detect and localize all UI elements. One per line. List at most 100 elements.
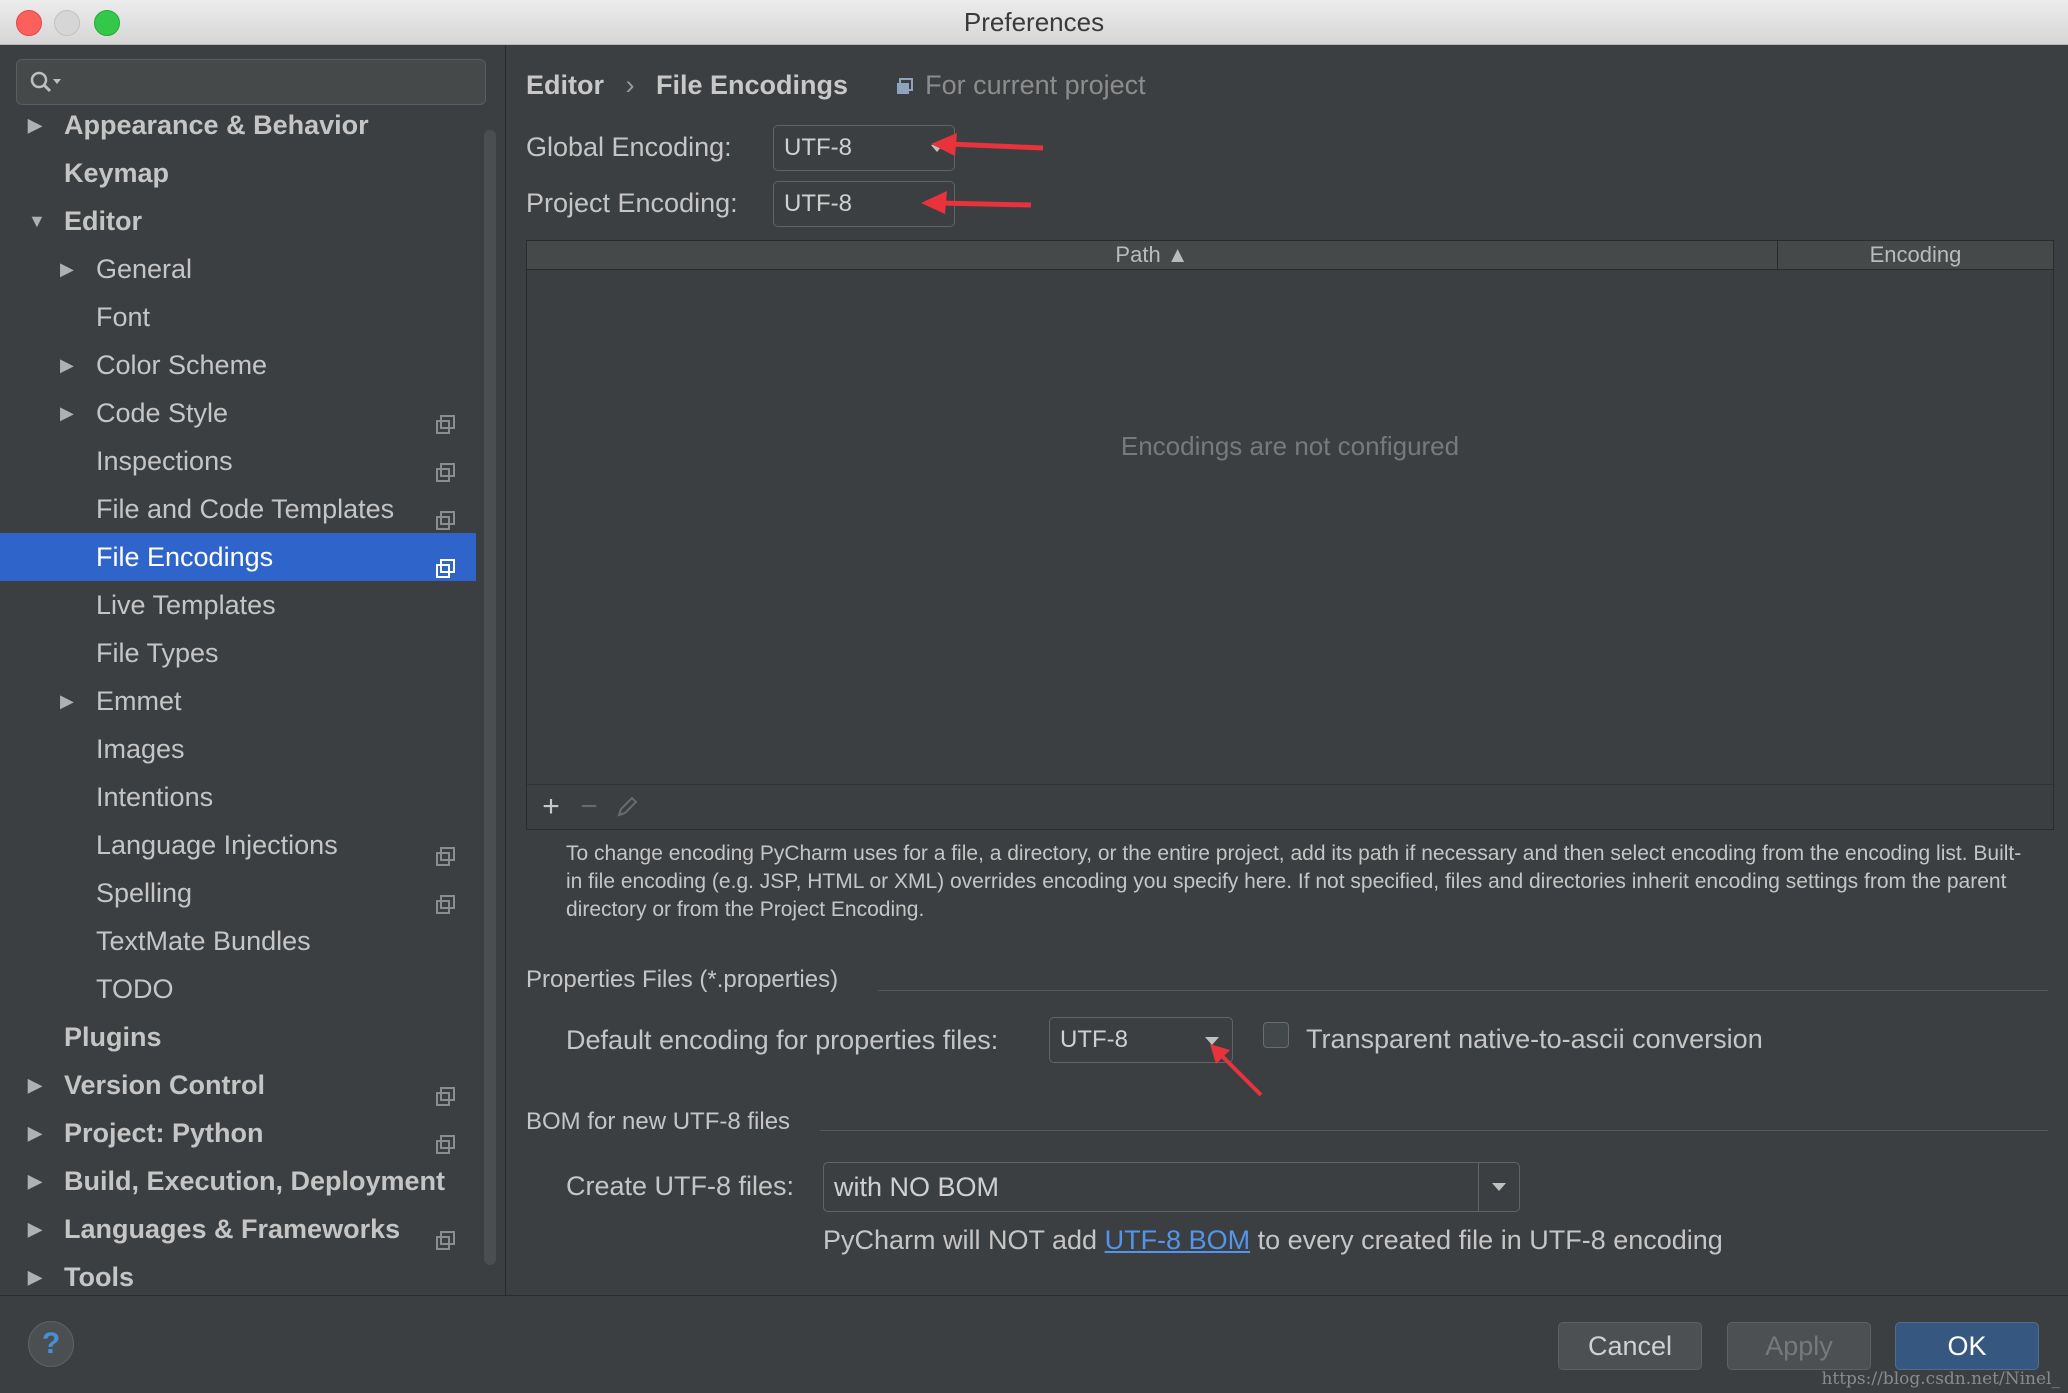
collapse-arrow-icon[interactable]: ▶ <box>28 1205 42 1253</box>
settings-search-input[interactable] <box>16 59 486 105</box>
sidebar-item-todo[interactable]: TODO <box>0 965 476 1013</box>
breadcrumb-parent: Editor <box>526 70 604 100</box>
sidebar-item-label: Language Injections <box>96 830 338 860</box>
table-toolbar: + − <box>527 784 2053 829</box>
sidebar-item-languages-frameworks[interactable]: ▶ Languages & Frameworks <box>0 1205 476 1253</box>
sidebar-item-label: Appearance & Behavior <box>64 110 369 140</box>
collapse-arrow-icon[interactable]: ▶ <box>28 1109 42 1157</box>
apply-button[interactable]: Apply <box>1727 1322 1871 1370</box>
encoding-column-header[interactable]: Encoding <box>1778 241 2053 269</box>
sidebar-item-plugins[interactable]: Plugins <box>0 1013 476 1061</box>
collapse-arrow-icon[interactable]: ▶ <box>28 1157 42 1205</box>
sidebar-item-label: Editor <box>64 206 142 236</box>
sidebar-item-inspections[interactable]: Inspections <box>0 437 476 485</box>
collapse-arrow-icon[interactable]: ▶ <box>60 677 74 725</box>
edit-icon[interactable] <box>609 789 645 825</box>
sidebar-item-intentions[interactable]: Intentions <box>0 773 476 821</box>
encoding-help-text: To change encoding PyCharm uses for a fi… <box>566 842 2022 921</box>
collapse-arrow-icon[interactable]: ▶ <box>28 1061 42 1109</box>
sidebar-item-project-python[interactable]: ▶ Project: Python <box>0 1109 476 1157</box>
annotation-arrow <box>931 133 1044 156</box>
sidebar-item-editor[interactable]: ▼ Editor <box>0 197 476 245</box>
sidebar-item-font[interactable]: Font <box>0 293 476 341</box>
create-utf8-label: Create UTF-8 files: <box>566 1171 795 1201</box>
table-header: Path ▲ Encoding <box>527 241 2053 270</box>
native-to-ascii-label[interactable]: Transparent native-to-ascii conversion <box>1306 1019 1763 1059</box>
sidebar-item-keymap[interactable]: Keymap <box>0 149 476 197</box>
utf8-bom-link[interactable]: UTF-8 BOM <box>1105 1225 1251 1255</box>
sidebar-item-label: General <box>96 254 193 284</box>
bom-option-dropdown-button[interactable] <box>1478 1163 1519 1211</box>
annotation-arrow <box>1210 1044 1263 1097</box>
bom-section-title: BOM for new UTF-8 files <box>526 1108 791 1135</box>
global-encoding-label: Global Encoding: <box>526 132 732 162</box>
project-encoding-value: UTF-8 <box>784 190 852 217</box>
sidebar-scrollbar[interactable] <box>484 130 496 1265</box>
collapse-arrow-icon[interactable]: ▶ <box>60 389 74 437</box>
breadcrumb-current: File Encodings <box>656 70 849 100</box>
collapse-arrow-icon[interactable]: ▶ <box>60 245 74 293</box>
sidebar-item-build-execution-deployment[interactable]: ▶ Build, Execution, Deployment <box>0 1157 476 1205</box>
sidebar-item-appearance-behavior[interactable]: ▶ Appearance & Behavior <box>0 101 476 149</box>
sidebar-item-label: Languages & Frameworks <box>64 1214 401 1244</box>
sidebar-item-label: Images <box>96 734 185 764</box>
collapse-arrow-icon[interactable]: ▶ <box>60 341 74 389</box>
sidebar-item-label: Version Control <box>64 1070 266 1100</box>
sidebar-item-label: Tools <box>64 1262 134 1292</box>
add-icon[interactable]: + <box>533 789 569 825</box>
section-separator <box>820 1130 2048 1131</box>
help-button[interactable]: ? <box>28 1321 74 1367</box>
annotation-arrow <box>921 191 1032 214</box>
sidebar-item-code-style[interactable]: ▶ Code Style <box>0 389 476 437</box>
sidebar-item-label: File Encodings <box>96 542 274 572</box>
sidebar-item-file-types[interactable]: File Types <box>0 629 476 677</box>
properties-encoding-value: UTF-8 <box>1060 1026 1128 1053</box>
expand-arrow-icon[interactable]: ▼ <box>28 197 46 245</box>
sidebar-item-version-control[interactable]: ▶ Version Control <box>0 1061 476 1109</box>
dialog-footer: ? Cancel Apply OK https://blog.csdn.net/… <box>0 1295 2068 1393</box>
encoding-mappings-table[interactable]: Path ▲ Encoding Encodings are not config… <box>526 240 2054 830</box>
project-scope-icon <box>896 67 914 107</box>
sidebar-item-color-scheme[interactable]: ▶ Color Scheme <box>0 341 476 389</box>
sidebar-item-live-templates[interactable]: Live Templates <box>0 581 476 629</box>
sidebar-item-label: Project: Python <box>64 1118 264 1148</box>
sidebar-item-label: Spelling <box>96 878 193 908</box>
breadcrumb: Editor › File Encodings For current proj… <box>526 65 1146 107</box>
search-icon <box>30 71 61 93</box>
sidebar-item-file-and-code-templates[interactable]: File and Code Templates <box>0 485 476 533</box>
collapse-arrow-icon[interactable]: ▶ <box>28 1253 42 1301</box>
bom-option-combo[interactable]: with NO BOM <box>823 1162 1520 1212</box>
sidebar-item-images[interactable]: Images <box>0 725 476 773</box>
sidebar-item-label: Font <box>96 302 151 332</box>
sidebar-item-language-injections[interactable]: Language Injections <box>0 821 476 869</box>
cancel-button[interactable]: Cancel <box>1558 1322 1702 1370</box>
collapse-arrow-icon[interactable]: ▶ <box>28 101 42 149</box>
sidebar-item-label: Intentions <box>96 782 214 812</box>
sidebar-item-label: Plugins <box>64 1022 162 1052</box>
sidebar-item-general[interactable]: ▶ General <box>0 245 476 293</box>
bom-note-suffix: to every created file in UTF-8 encoding <box>1250 1225 1723 1255</box>
table-empty-text: Encodings are not configured <box>1120 431 1460 461</box>
ok-button[interactable]: OK <box>1895 1322 2039 1370</box>
chevron-down-icon <box>1492 1183 1506 1191</box>
sidebar-item-label: Emmet <box>96 686 182 716</box>
sidebar-item-textmate-bundles[interactable]: TextMate Bundles <box>0 917 476 965</box>
properties-section-title: Properties Files (*.properties) <box>526 966 839 993</box>
path-column-header[interactable]: Path ▲ <box>527 241 1778 269</box>
remove-icon[interactable]: − <box>571 789 607 825</box>
project-encoding-label: Project Encoding: <box>526 188 738 218</box>
global-encoding-combo[interactable]: UTF-8 <box>773 125 955 171</box>
sidebar-item-label: Build, Execution, Deployment <box>64 1166 446 1196</box>
window-title: Preferences <box>963 7 1105 37</box>
sidebar-item-file-encodings[interactable]: File Encodings <box>0 533 476 581</box>
sidebar-item-spelling[interactable]: Spelling <box>0 869 476 917</box>
sidebar-item-label: Color Scheme <box>96 350 268 380</box>
sidebar-item-emmet[interactable]: ▶ Emmet <box>0 677 476 725</box>
bom-option-value: with NO BOM <box>834 1172 1000 1202</box>
breadcrumb-scope: For current project <box>925 70 1146 100</box>
sidebar-item-tools[interactable]: ▶ Tools <box>0 1253 476 1301</box>
file-encodings-panel: Editor › File Encodings For current proj… <box>506 45 2068 1295</box>
sidebar-item-label: Live Templates <box>96 590 276 620</box>
native-to-ascii-checkbox[interactable] <box>1263 1022 1289 1048</box>
sidebar-item-label: Inspections <box>96 446 233 476</box>
